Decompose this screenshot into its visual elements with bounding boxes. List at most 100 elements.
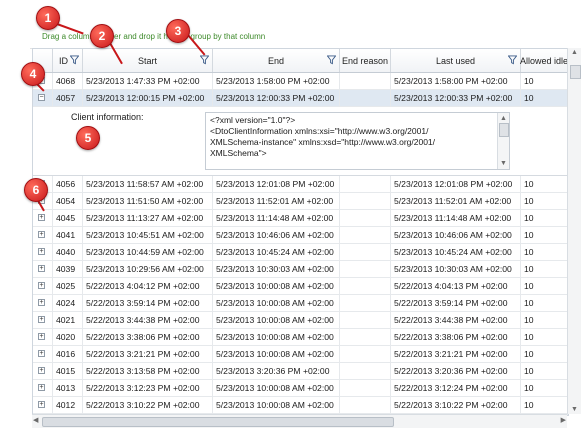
filter-icon[interactable] bbox=[70, 55, 79, 65]
table-row[interactable]: +4016 5/22/2013 3:21:21 PM +02:00 5/23/201… bbox=[33, 346, 568, 363]
cell-start: 5/22/2013 3:44:38 PM +02:00 bbox=[83, 312, 213, 328]
cell-end-reason bbox=[340, 278, 391, 294]
cell-end: 5/23/2013 10:00:08 AM +02:00 bbox=[213, 278, 340, 294]
grid-horizontal-scrollbar[interactable]: ◀ ▶ bbox=[32, 414, 567, 428]
xml-line: XMLSchema"> bbox=[210, 148, 267, 158]
expand-toggle-icon[interactable]: + bbox=[38, 316, 45, 323]
cell-start: 5/22/2013 3:38:06 PM +02:00 bbox=[83, 329, 213, 345]
table-row[interactable]: +4025 5/22/2013 4:04:12 PM +02:00 5/23/201… bbox=[33, 278, 568, 295]
column-header-last-used[interactable]: Last used bbox=[391, 49, 521, 72]
callout-badge-3: 3 bbox=[166, 19, 190, 43]
row-expander-cell: + bbox=[33, 278, 53, 294]
cell-end: 5/23/2013 3:20:36 PM +02:00 bbox=[213, 363, 340, 379]
table-row[interactable]: +40565/23/2013 11:58:57 AM +02:005/23/20… bbox=[33, 176, 568, 193]
expand-toggle-icon[interactable]: − bbox=[38, 94, 45, 101]
row-expander-cell: − bbox=[33, 90, 53, 106]
cell-end: 5/23/2013 10:45:24 AM +02:00 bbox=[213, 244, 340, 260]
cell-start: 5/22/2013 4:04:12 PM +02:00 bbox=[83, 278, 213, 294]
filter-icon[interactable] bbox=[508, 55, 517, 65]
expand-toggle-icon[interactable]: + bbox=[38, 248, 45, 255]
cell-id: 4041 bbox=[53, 227, 83, 243]
table-row[interactable]: +4021 5/22/2013 3:44:38 PM +02:00 5/23/201… bbox=[33, 312, 568, 329]
column-header-allowed-idle[interactable]: Allowed idle bbox=[520, 49, 568, 72]
table-row[interactable]: +4015 5/22/2013 3:13:58 PM +02:00 5/23/201… bbox=[33, 363, 568, 380]
column-header-label: ID bbox=[59, 55, 68, 66]
scroll-up-icon[interactable]: ▲ bbox=[571, 49, 578, 56]
cell-start: 5/22/2013 3:21:21 PM +02:00 bbox=[83, 346, 213, 362]
cell-id: 4057 bbox=[53, 90, 83, 106]
cell-end: 5/23/2013 1:58:00 PM +02:00 bbox=[213, 73, 340, 89]
cell-end: 5/23/2013 10:00:08 AM +02:00 bbox=[213, 295, 340, 311]
cell-start: 5/23/2013 11:51:50 AM +02:00 bbox=[83, 193, 213, 209]
cell-end-reason bbox=[340, 397, 391, 413]
cell-idle: 10 bbox=[521, 380, 568, 396]
scroll-thumb[interactable] bbox=[42, 417, 394, 427]
column-header-label: End bbox=[267, 55, 284, 66]
expand-toggle-icon[interactable]: + bbox=[38, 299, 45, 306]
cell-id: 4056 bbox=[53, 176, 83, 192]
expand-toggle-icon[interactable]: + bbox=[38, 282, 45, 289]
cell-last-used: 5/23/2013 11:52:01 AM +02:00 bbox=[391, 193, 521, 209]
cell-id: 4016 bbox=[53, 346, 83, 362]
cell-id: 4015 bbox=[53, 363, 83, 379]
scroll-left-icon[interactable]: ◀ bbox=[33, 416, 38, 424]
scroll-thumb[interactable] bbox=[499, 123, 509, 137]
column-header-end-reason[interactable]: End reason bbox=[340, 49, 391, 72]
table-row[interactable]: +4012 5/22/2013 3:10:22 PM +02:00 5/23/201… bbox=[33, 397, 568, 414]
expand-toggle-icon[interactable]: + bbox=[38, 265, 45, 272]
cell-idle: 10 bbox=[521, 346, 568, 362]
callout-badge-5: 5 bbox=[76, 126, 100, 150]
cell-end: 5/23/2013 10:46:06 AM +02:00 bbox=[213, 227, 340, 243]
scroll-thumb[interactable] bbox=[570, 65, 581, 79]
scroll-right-icon[interactable]: ▶ bbox=[561, 416, 566, 424]
expand-toggle-icon[interactable]: + bbox=[38, 367, 45, 374]
cell-end-reason bbox=[340, 329, 391, 345]
expand-toggle-icon[interactable]: + bbox=[38, 231, 45, 238]
xml-scrollbar[interactable]: ▲ ▼ bbox=[497, 113, 509, 169]
table-row[interactable]: +4040 5/23/2013 10:44:59 AM +02:00 5/23/20… bbox=[33, 244, 568, 261]
callout-badge-6: 6 bbox=[24, 178, 48, 202]
cell-end-reason bbox=[340, 90, 391, 106]
cell-last-used: 5/23/2013 10:45:24 AM +02:00 bbox=[391, 244, 521, 260]
cell-idle: 10 bbox=[521, 329, 568, 345]
cell-start: 5/23/2013 12:00:15 PM +02:00 bbox=[83, 90, 213, 106]
table-row[interactable]: +40685/23/2013 1:47:33 PM +02:005/23/201… bbox=[33, 73, 568, 90]
scroll-down-icon[interactable]: ▼ bbox=[500, 158, 507, 169]
grid-vertical-scrollbar[interactable]: ▲ ▼ bbox=[567, 48, 581, 414]
table-row[interactable]: +40545/23/2013 11:51:50 AM +02:005/23/20… bbox=[33, 193, 568, 210]
expand-toggle-icon[interactable]: + bbox=[38, 214, 45, 221]
table-row[interactable]: +4020 5/22/2013 3:38:06 PM +02:00 5/23/201… bbox=[33, 329, 568, 346]
cell-id: 4013 bbox=[53, 380, 83, 396]
table-row[interactable]: +4039 5/23/2013 10:29:56 AM +02:00 5/23/20… bbox=[33, 261, 568, 278]
column-header-end[interactable]: End bbox=[213, 49, 340, 72]
table-row[interactable]: +4045 5/23/2013 11:13:27 AM +02:00 5/23/20… bbox=[33, 210, 568, 227]
cell-end-reason bbox=[340, 244, 391, 260]
cell-idle: 10 bbox=[521, 278, 568, 294]
row-expander-cell: + bbox=[33, 380, 53, 396]
table-row[interactable]: −4057 5/23/2013 12:00:15 PM +02:00 5/23/20… bbox=[33, 90, 568, 107]
expand-toggle-icon[interactable]: + bbox=[38, 401, 45, 408]
cell-end: 5/23/2013 10:30:03 AM +02:00 bbox=[213, 261, 340, 277]
row-expander-cell: + bbox=[33, 261, 53, 277]
scroll-down-icon[interactable]: ▼ bbox=[571, 406, 578, 413]
column-header-start[interactable]: Start bbox=[83, 49, 213, 72]
cell-end-reason bbox=[340, 227, 391, 243]
row-detail-panel: Client information: <?xml version="1.0"?… bbox=[33, 107, 568, 176]
column-header-label: Last used bbox=[435, 55, 476, 66]
filter-icon[interactable] bbox=[327, 55, 336, 65]
cell-id: 4020 bbox=[53, 329, 83, 345]
cell-last-used: 5/22/2013 3:44:38 PM +02:00 bbox=[391, 312, 521, 328]
cell-start: 5/23/2013 10:29:56 AM +02:00 bbox=[83, 261, 213, 277]
filter-icon[interactable] bbox=[200, 55, 209, 65]
cell-id: 4039 bbox=[53, 261, 83, 277]
column-header-id[interactable]: ID bbox=[53, 49, 83, 72]
client-information-xml-textbox[interactable]: <?xml version="1.0"?> <DtoClientInformat… bbox=[205, 112, 510, 170]
expand-toggle-icon[interactable]: + bbox=[38, 350, 45, 357]
expand-toggle-icon[interactable]: + bbox=[38, 333, 45, 340]
cell-end-reason bbox=[340, 73, 391, 89]
cell-end: 5/23/2013 10:00:08 AM +02:00 bbox=[213, 380, 340, 396]
table-row[interactable]: +4041 5/23/2013 10:45:51 AM +02:00 5/23/20… bbox=[33, 227, 568, 244]
table-row[interactable]: +4024 5/22/2013 3:59:14 PM +02:00 5/23/201… bbox=[33, 295, 568, 312]
expand-toggle-icon[interactable]: + bbox=[38, 384, 45, 391]
table-row[interactable]: +4013 5/22/2013 3:12:23 PM +02:00 5/23/201… bbox=[33, 380, 568, 397]
